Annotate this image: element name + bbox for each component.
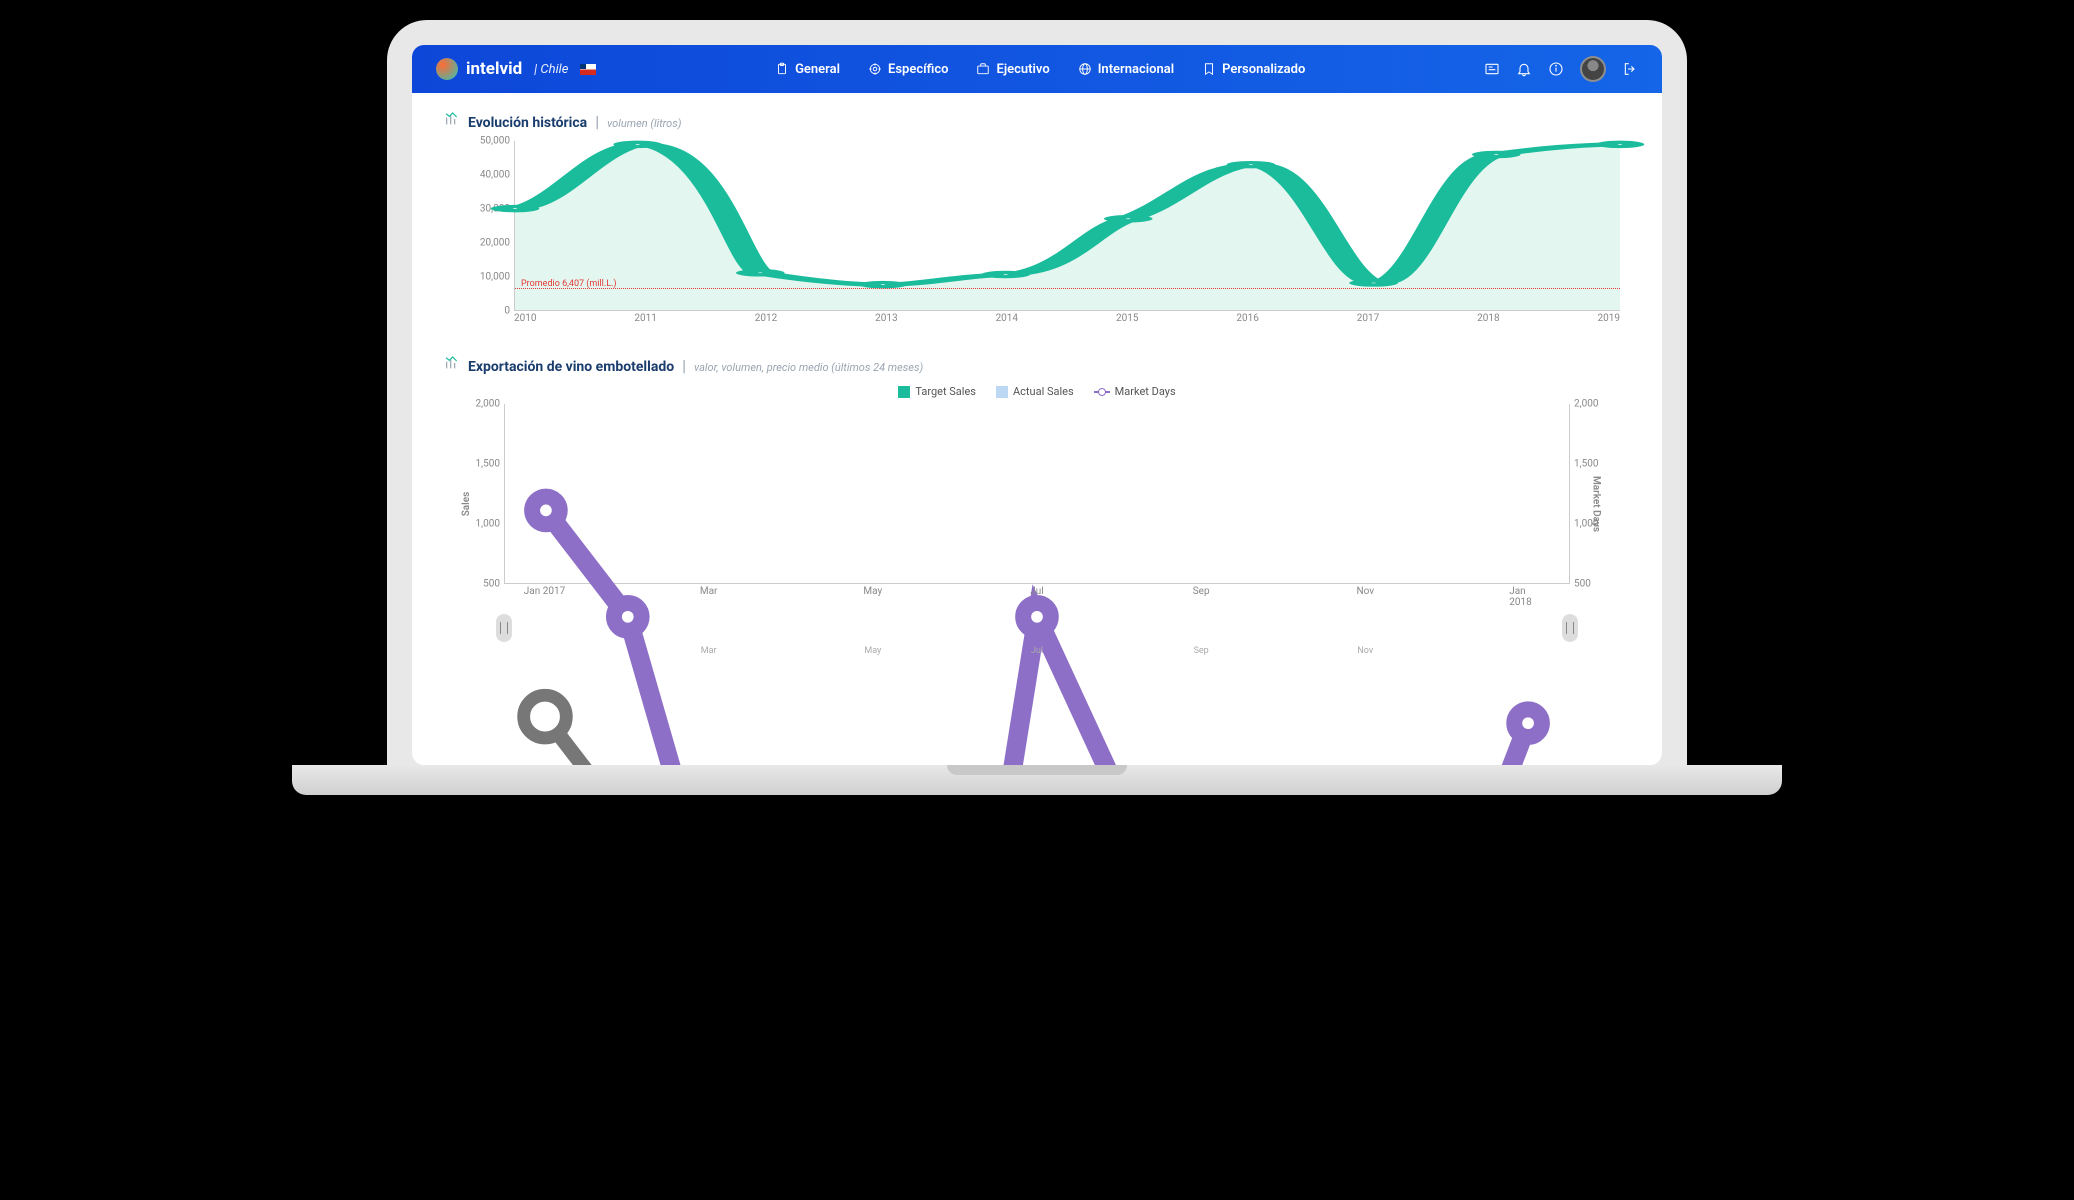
brand-name: intelvid (466, 59, 522, 79)
x-tick: 2011 (634, 313, 656, 331)
chart1: 50,000 40,000 30,000 20,000 10,000 0 (464, 141, 1630, 331)
chart1-subtitle: volumen (litros) (607, 117, 681, 130)
x-tick: 2014 (996, 313, 1018, 331)
nav-right (1484, 56, 1638, 82)
chart2-title-row: Exportación de vino embotellado | valor,… (444, 355, 1630, 375)
target-icon (868, 62, 882, 76)
y-tick: 10,000 (480, 272, 510, 283)
x-tick: 2012 (755, 313, 777, 331)
briefcase-icon (976, 62, 990, 76)
line-marker-icon (1094, 391, 1110, 393)
chart2-y-left: 2,000 1,500 1,000 500 (464, 404, 504, 584)
x-tick: 2013 (875, 313, 897, 331)
chart1-title-row: Evolución histórica | volumen (litros) (444, 111, 1630, 131)
nav-label: Personalizado (1222, 62, 1305, 77)
clipboard-icon (775, 62, 789, 76)
nav-tab-general[interactable]: General (775, 62, 840, 77)
laptop-frame: intelvid | Chile General Específico Ejec… (387, 20, 1687, 795)
nav-tab-especifico[interactable]: Específico (868, 62, 948, 77)
nav-tab-personalizado[interactable]: Personalizado (1202, 62, 1305, 77)
nav-label: General (795, 62, 840, 77)
chart2-plot (504, 404, 1570, 584)
nav-tabs: General Específico Ejecutivo Internacion… (775, 62, 1305, 77)
nav-label: Internacional (1098, 62, 1174, 77)
bell-icon[interactable] (1516, 61, 1532, 77)
legend-market-days[interactable]: Market Days (1094, 385, 1176, 398)
navbar: intelvid | Chile General Específico Ejec… (412, 45, 1662, 93)
news-icon[interactable] (1484, 61, 1500, 77)
square-icon (898, 386, 910, 398)
nav-label: Específico (888, 62, 948, 77)
y-tick: 0 (504, 306, 510, 317)
chart2-legend: Target Sales Actual Sales Market Days (444, 385, 1630, 398)
y-tick: 20,000 (480, 238, 510, 249)
chart-icon (444, 355, 460, 371)
chart1-y-axis: 50,000 40,000 30,000 20,000 10,000 0 (464, 141, 514, 311)
x-tick: 2019 (1598, 313, 1620, 331)
bookmark-icon (1202, 62, 1216, 76)
brand-country: | Chile (534, 62, 568, 77)
chart2-y-right: 2,000 1,500 1,000 500 (1570, 404, 1610, 584)
x-tick: 2016 (1236, 313, 1258, 331)
chart2: Sales Market Days 2,000 1,500 1,000 500 … (464, 404, 1610, 604)
brush-x-labels: Mar May Jul Sep Nov (504, 646, 1570, 660)
nav-label: Ejecutivo (996, 62, 1049, 77)
x-tick: 2015 (1116, 313, 1138, 331)
y-tick: 40,000 (480, 170, 510, 181)
globe-icon (1078, 62, 1092, 76)
info-icon[interactable] (1548, 61, 1564, 77)
laptop-base (292, 765, 1782, 795)
square-icon (996, 386, 1008, 398)
avatar[interactable] (1580, 56, 1606, 82)
chart2-title: Exportación de vino embotellado (468, 359, 674, 375)
chart1-avg-line: Promedio 6,407 (mill.L.) (515, 288, 1620, 289)
brush-handle-left[interactable] (496, 614, 512, 642)
legend-target[interactable]: Target Sales (898, 385, 976, 398)
x-tick: 2018 (1477, 313, 1499, 331)
y-tick: 50,000 (480, 136, 510, 147)
chart2-subtitle: valor, volumen, precio medio (últimos 24… (694, 361, 923, 374)
nav-tab-internacional[interactable]: Internacional (1078, 62, 1174, 77)
screen: intelvid | Chile General Específico Ejec… (412, 45, 1662, 765)
logout-icon[interactable] (1622, 61, 1638, 77)
chart2-brush[interactable]: Mar May Jul Sep Nov (504, 610, 1570, 660)
chart1-title: Evolución histórica (468, 115, 587, 131)
chart-icon (444, 111, 460, 127)
brush-handle-right[interactable] (1562, 614, 1578, 642)
chile-flag-icon (580, 64, 596, 75)
brand[interactable]: intelvid | Chile (436, 58, 596, 80)
legend-actual[interactable]: Actual Sales (996, 385, 1074, 398)
brand-logo-icon (436, 58, 458, 80)
chart1-avg-label: Promedio 6,407 (mill.L.) (521, 279, 617, 289)
x-tick: 2017 (1357, 313, 1379, 331)
content: Evolución histórica | volumen (litros) 5… (412, 93, 1662, 678)
chart2-section: Exportación de vino embotellado | valor,… (444, 355, 1630, 660)
chart2-x-axis: Jan 2017 Mar May Jul Sep Nov Jan 2018 (504, 586, 1570, 604)
chart1-x-axis: 2010 2011 2012 2013 2014 2015 2016 2017 … (514, 313, 1620, 331)
chart1-plot: Promedio 6,407 (mill.L.) (514, 141, 1620, 311)
x-tick: 2010 (514, 313, 536, 331)
brush-line (504, 610, 1570, 765)
nav-tab-ejecutivo[interactable]: Ejecutivo (976, 62, 1049, 77)
